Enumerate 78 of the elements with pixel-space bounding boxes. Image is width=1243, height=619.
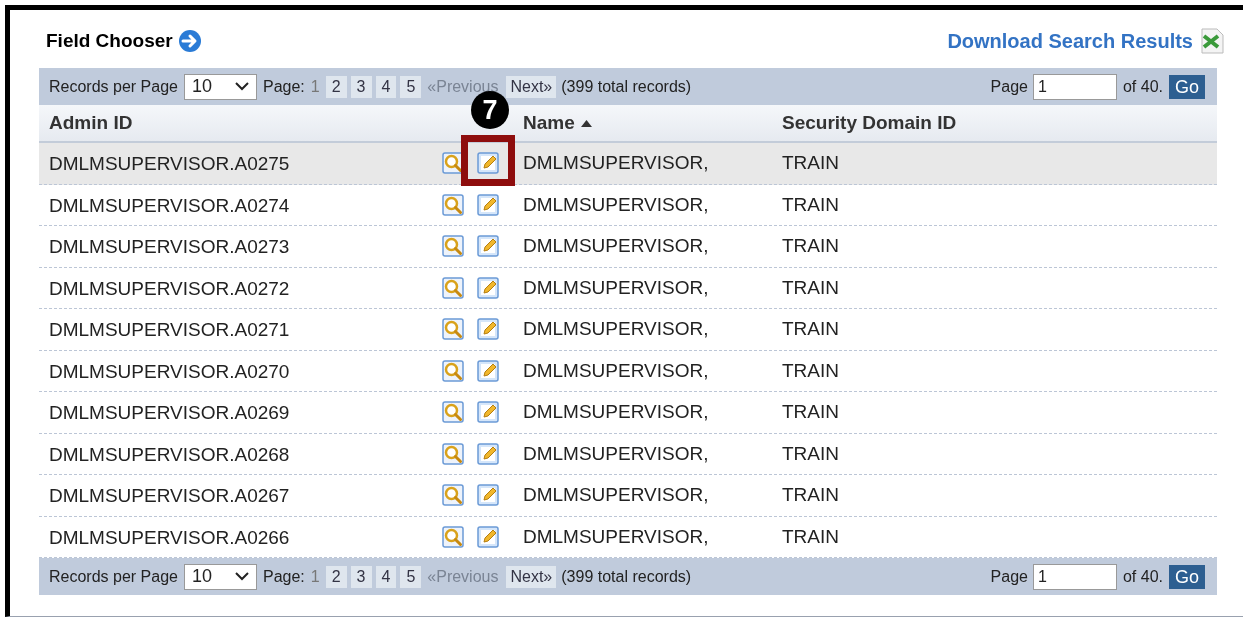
page-label: Page: [262,76,305,97]
goto-page-label: Page [990,76,1028,97]
per-page-select[interactable]: 10 [183,563,257,590]
view-icon[interactable] [442,152,464,175]
table-cell-text: DMLMSUPERVISOR.A0272 [48,276,291,301]
page-link[interactable]: 3 [350,75,372,98]
table-cell-text: TRAIN [782,358,840,383]
table-cell-text: DMLMSUPERVISOR.A0271 [48,318,291,342]
edit-icon[interactable] [477,525,499,548]
go-button[interactable]: Go [1169,564,1205,589]
records-per-page-label: Records per Page [49,566,178,587]
goto-page-label: Page [990,566,1028,587]
go-button[interactable]: Go [1169,74,1205,99]
record-count: (399 total records) [561,76,693,97]
page-link[interactable]: 2 [325,565,347,588]
page-input[interactable]: 1 [1032,563,1117,590]
page-link[interactable]: 4 [375,75,397,98]
table-cell-text: DMLMSUPERVISOR.A0266 [48,525,291,550]
chevron-down-icon [234,572,249,581]
column-header[interactable]: Admin ID [49,108,133,138]
table-cell-text: TRAIN [782,151,840,175]
table-cell-text: DMLMSUPERVISOR, [523,275,710,300]
table-cell-text: DMLMSUPERVISOR, [523,358,710,383]
per-page-select[interactable]: 10 [183,73,257,100]
table-cell-text: TRAIN [782,317,840,341]
edit-icon[interactable] [477,359,499,382]
table-cell-text: DMLMSUPERVISOR, [523,234,710,258]
edit-icon[interactable] [477,193,499,216]
page-total: of 40. [1122,76,1163,97]
table-cell-text: TRAIN [782,234,840,258]
table-cell-text: TRAIN [782,483,840,507]
table-cell-text: TRAIN [782,524,840,549]
page-input[interactable]: 1 [1032,73,1117,100]
table-cell-text: DMLMSUPERVISOR.A0273 [48,235,291,259]
table-cell-text: DMLMSUPERVISOR, [523,524,710,549]
table-cell-text: DMLMSUPERVISOR.A0270 [48,359,291,384]
edit-icon[interactable] [477,401,499,424]
arrow-right-icon[interactable] [177,29,202,53]
edit-icon[interactable] [477,235,499,258]
page-total: of 40. [1122,566,1163,587]
table-cell-text: TRAIN [782,441,840,466]
page-label: Page: [262,566,305,587]
section-title: Field Chooser [46,28,173,53]
records-per-page-label: Records per Page [49,76,178,97]
table-row[interactable]: DMLMSUPERVISOR.A0275 DMLMSUPERVISOR, TRAIN [39,143,1217,185]
column-header[interactable]: Security Domain ID [782,108,957,138]
table-cell-text: DMLMSUPERVISOR, [523,483,710,507]
highlight-frame [461,135,515,186]
table-cell-text: DMLMSUPERVISOR, [523,192,710,217]
page-link[interactable]: 3 [350,565,372,588]
table-cell-text: DMLMSUPERVISOR, [523,151,710,175]
table-cell-text: DMLMSUPERVISOR, [523,400,710,424]
next-link[interactable]: Next» [506,565,557,588]
table-cell-text: TRAIN [782,192,840,217]
table-cell-text: DMLMSUPERVISOR.A0269 [48,401,291,425]
page-link[interactable]: 5 [400,565,422,588]
edit-icon[interactable] [477,318,499,341]
edit-icon[interactable] [477,276,499,299]
table-cell-text: DMLMSUPERVISOR, [523,317,710,341]
record-count: (399 total records) [561,566,693,587]
download-link[interactable]: Download Search Results [947,26,1193,56]
edit-icon[interactable] [477,484,499,507]
table-cell-text: DMLMSUPERVISOR.A0268 [48,442,291,467]
table-cell-text: DMLMSUPERVISOR, [523,441,710,466]
page-link[interactable]: 4 [375,565,397,588]
edit-icon[interactable] [477,442,499,465]
table-cell-text: TRAIN [782,275,840,300]
spreadsheet-icon[interactable] [1199,27,1225,55]
next-link[interactable]: Next» [506,75,557,98]
page-link[interactable]: 5 [400,75,422,98]
edit-icon[interactable] [477,152,499,175]
table-cell-text: DMLMSUPERVISOR.A0267 [48,484,291,508]
table-cell-text: DMLMSUPERVISOR.A0274 [48,193,291,218]
table-cell-text: DMLMSUPERVISOR.A0275 [48,152,291,176]
column-header[interactable]: Name [523,108,575,138]
chevron-down-icon [234,82,249,91]
table-cell-text: TRAIN [782,400,840,424]
page-link[interactable]: 2 [325,75,347,98]
